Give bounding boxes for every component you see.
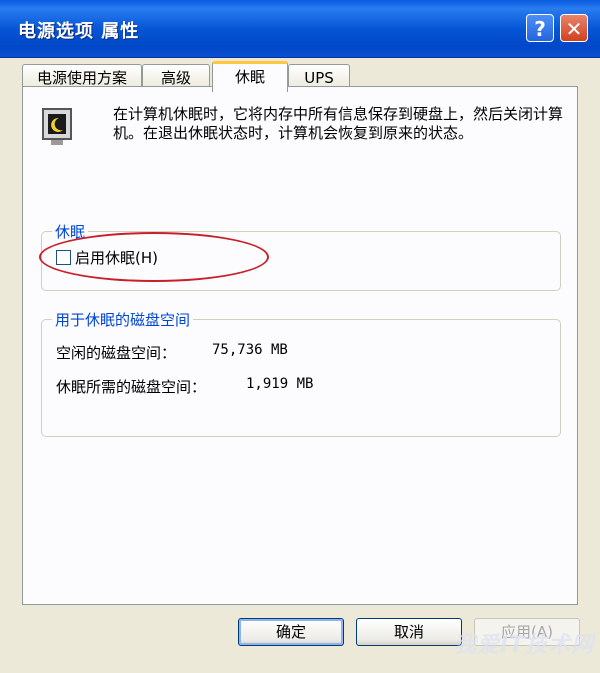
cancel-button[interactable]: 取消 bbox=[356, 618, 462, 646]
free-space-row: 空闲的磁盘空间： 75,736 MB bbox=[56, 342, 288, 363]
red-annotation-ellipse bbox=[39, 232, 269, 282]
disk-space-group: 用于休眠的磁盘空间 空闲的磁盘空间： 75,736 MB 休眠所需的磁盘空间： … bbox=[41, 309, 561, 437]
title-bar[interactable]: 电源选项 属性 ? ✕ bbox=[0, 0, 600, 58]
ok-button[interactable]: 确定 bbox=[238, 618, 344, 646]
required-space-value: 1,919 MB bbox=[246, 376, 314, 392]
required-space-row: 休眠所需的磁盘空间： 1,919 MB bbox=[56, 376, 313, 397]
window-title: 电源选项 属性 bbox=[18, 21, 140, 42]
free-space-value: 75,736 MB bbox=[212, 342, 288, 358]
hibernate-description: 在计算机休眠时，它将内存中所有信息保存到硬盘上，然后关闭计算机。在退出休眠状态时… bbox=[113, 105, 564, 142]
power-options-window: 电源选项 属性 ? ✕ 电源使用方案 高级 休眠 UPS 在计算机休眠时，它将内… bbox=[0, 0, 600, 673]
free-space-label: 空闲的磁盘空间： bbox=[56, 344, 177, 362]
hibernate-tab-panel: 在计算机休眠时，它将内存中所有信息保存到硬盘上，然后关闭计算机。在退出休眠状态时… bbox=[22, 86, 578, 605]
help-button[interactable]: ? bbox=[526, 14, 554, 42]
close-button[interactable]: ✕ bbox=[560, 14, 588, 42]
disk-space-group-label: 用于休眠的磁盘空间 bbox=[52, 309, 194, 330]
monitor-moon-icon bbox=[42, 108, 72, 145]
watermark-logo: 我爱IT技术网 bbox=[453, 633, 594, 658]
required-space-label: 休眠所需的磁盘空间： bbox=[56, 378, 207, 396]
tab-hibernate[interactable]: 休眠 bbox=[212, 61, 288, 92]
dialog-client: 电源使用方案 高级 休眠 UPS 在计算机休眠时，它将内存中所有信息保存到硬盘上… bbox=[0, 58, 600, 673]
